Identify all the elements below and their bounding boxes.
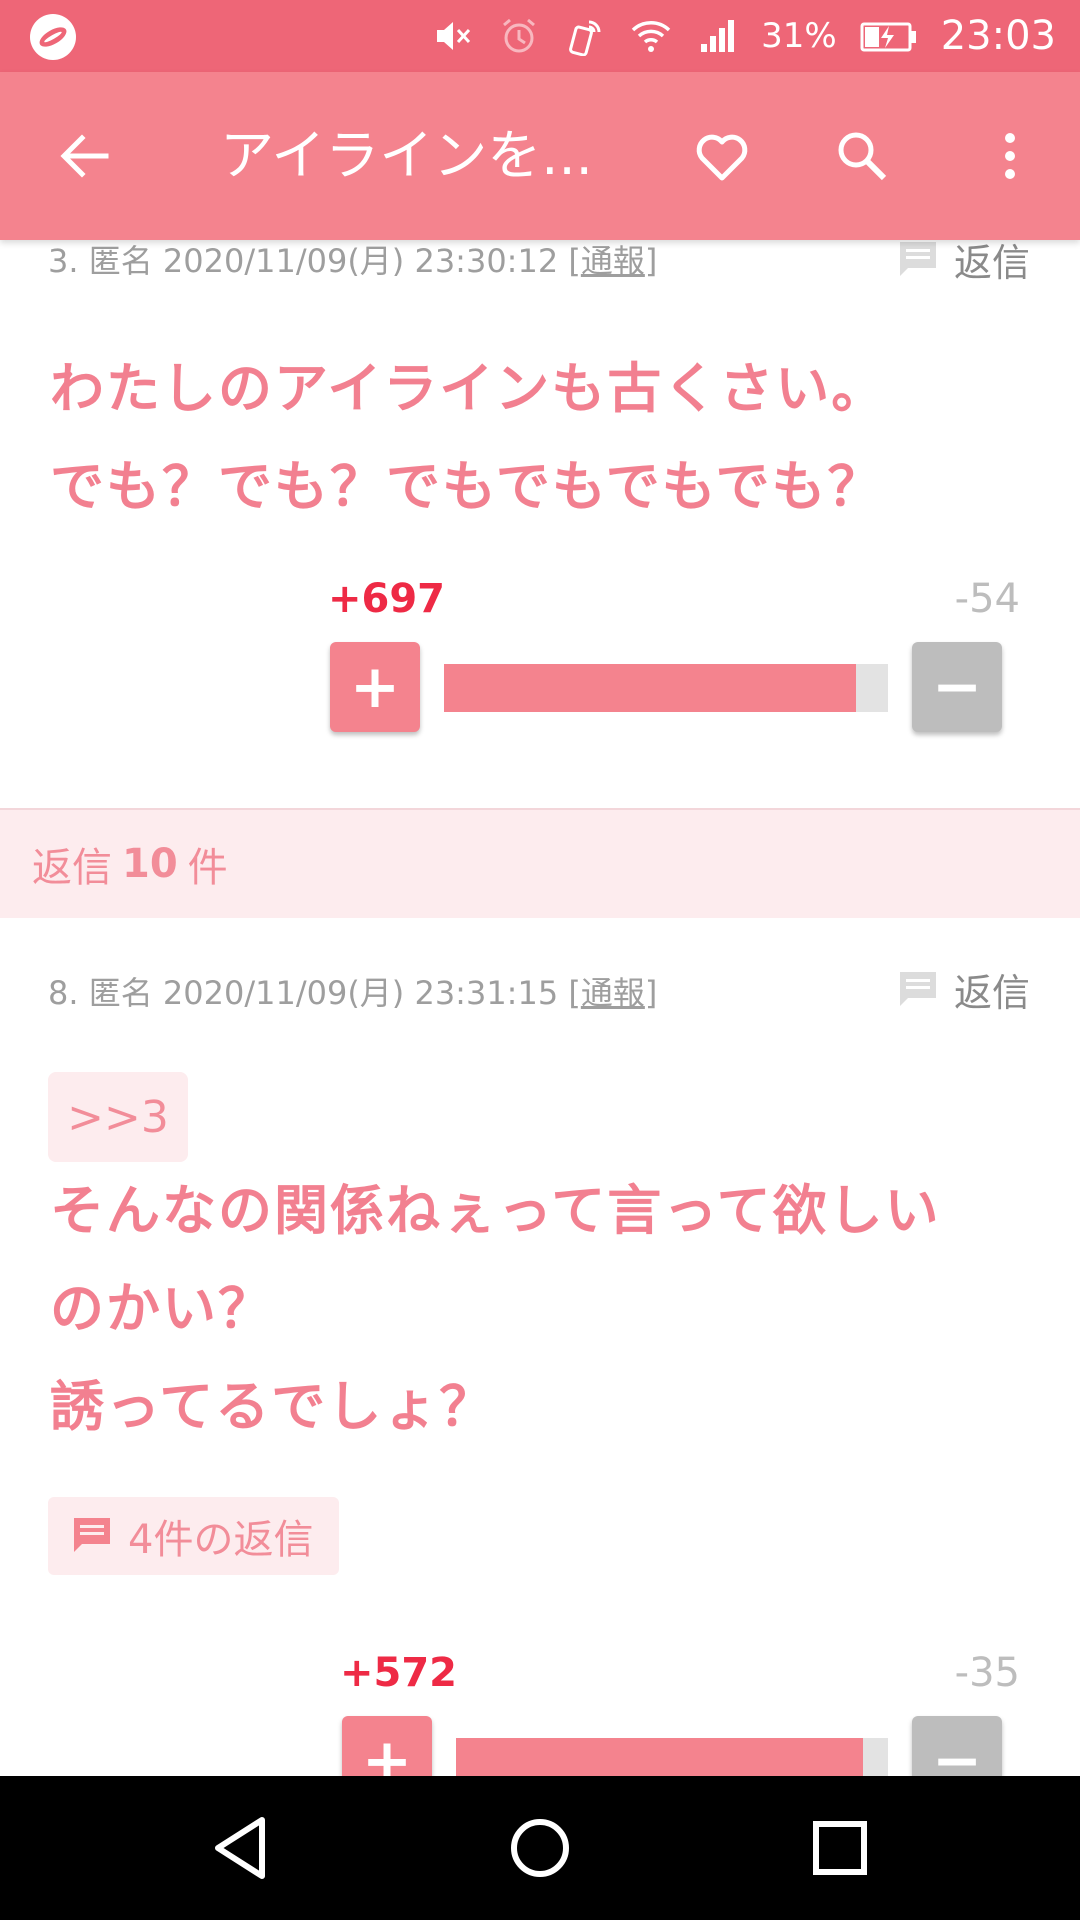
report-link[interactable]: 通報 xyxy=(581,974,645,1012)
reply-button[interactable]: 返信 xyxy=(896,962,1030,1017)
minus-icon: − xyxy=(931,1726,983,1776)
plus-icon: + xyxy=(361,1726,413,1776)
back-arrow-icon[interactable] xyxy=(52,124,116,188)
wifi-icon xyxy=(629,14,673,58)
more-vert-icon[interactable] xyxy=(978,124,1042,188)
anchor-link[interactable]: >>3 xyxy=(48,1072,188,1162)
plus-vote-count: +697 xyxy=(328,576,446,622)
comment-meta: 8. 匿名 2020/11/09(月) 23:31:15 [通報] xyxy=(48,968,657,1014)
comment-meta-close: ] xyxy=(644,974,658,1012)
comment-meta: 3. 匿名 2020/11/09(月) 23:30:12 [通報] xyxy=(48,240,657,282)
comment-icon xyxy=(74,1518,110,1552)
minus-vote-count: -54 xyxy=(954,576,1020,622)
reply-count-label: 4件の返信 xyxy=(128,1517,314,1563)
app-logo-icon xyxy=(30,14,76,60)
recents-square-icon[interactable] xyxy=(800,1808,880,1888)
comment-meta-info: 3. 匿名 2020/11/09(月) 23:30:12 [ xyxy=(48,242,581,280)
battery-charging-icon xyxy=(859,14,919,58)
comment-icon xyxy=(899,241,936,276)
vote-ratio-bar xyxy=(444,664,888,712)
comment-icon xyxy=(899,971,936,1006)
minus-vote-count: -35 xyxy=(954,1650,1020,1696)
home-circle-icon[interactable] xyxy=(500,1808,580,1888)
comment-list: 3. 匿名 2020/11/09(月) 23:30:12 [通報] 返信 わたし… xyxy=(0,240,1080,1776)
plus-vote-button[interactable]: + xyxy=(330,642,420,732)
comment-line: のかい？ xyxy=(50,1277,274,1340)
comment-line: わたしのアイラインも古くさい。 xyxy=(50,357,888,420)
comment-line: 誘ってるでしょ？ xyxy=(50,1375,496,1438)
battery-percent: 31% xyxy=(761,16,837,56)
minus-vote-button[interactable]: − xyxy=(912,1716,1002,1776)
status-bar: 31% 23:03 xyxy=(0,0,1080,72)
back-triangle-icon[interactable] xyxy=(202,1808,282,1888)
reply-button[interactable]: 返信 xyxy=(896,240,1030,287)
replies-prefix: 返信 xyxy=(32,845,112,891)
screen: 31% 23:03 アイラインを... 3. 匿名 2020/11/09(月) … xyxy=(0,0,1080,1920)
plus-vote-count: +572 xyxy=(340,1650,458,1696)
vote-ratio-fill xyxy=(456,1738,863,1776)
reply-label: 返信 xyxy=(953,971,1030,1015)
comment-line: そんなの関係ねぇって言って欲しい xyxy=(50,1179,941,1242)
search-icon[interactable] xyxy=(830,124,894,188)
vote-ratio-fill xyxy=(444,664,857,712)
reply-count-button[interactable]: 4件の返信 xyxy=(48,1497,340,1575)
plus-icon: + xyxy=(349,652,401,722)
status-icons: 31% 23:03 xyxy=(431,0,1056,72)
replies-suffix: 件 xyxy=(187,845,228,891)
navigation-bar xyxy=(0,1776,1080,1920)
replies-count: 10 xyxy=(122,841,178,887)
reply-label: 返信 xyxy=(953,241,1030,285)
comment-body: そんなの関係ねぇって言って欲しい のかい？ 誘ってるでしょ？ xyxy=(50,1162,1040,1456)
mute-icon xyxy=(431,14,475,58)
minus-icon: − xyxy=(931,652,983,722)
signal-icon xyxy=(695,14,739,58)
nfc-icon xyxy=(563,14,607,58)
clock: 23:03 xyxy=(940,13,1056,59)
minus-vote-button[interactable]: − xyxy=(912,642,1002,732)
plus-vote-button[interactable]: + xyxy=(342,1716,432,1776)
alarm-icon xyxy=(497,14,541,58)
comment-body: わたしのアイラインも古くさい。 でも？でも？でもでもでもでも？ xyxy=(50,340,1040,536)
comment-item: 8. 匿名 2020/11/09(月) 23:31:15 [通報] 返信 >>3… xyxy=(0,918,1080,1776)
app-toolbar: アイラインを... xyxy=(0,72,1080,240)
comment-item: 3. 匿名 2020/11/09(月) 23:30:12 [通報] 返信 わたし… xyxy=(0,240,1080,808)
comment-meta-info: 8. 匿名 2020/11/09(月) 23:31:15 [ xyxy=(48,974,581,1012)
comment-meta-close: ] xyxy=(644,242,658,280)
replies-toggle[interactable]: 返信 10 件 xyxy=(0,808,1080,918)
comment-line: でも？でも？でもでもでもでも？ xyxy=(50,455,884,518)
page-title: アイラインを... xyxy=(220,124,593,187)
heart-icon[interactable] xyxy=(690,124,754,188)
vote-ratio-bar xyxy=(456,1738,888,1776)
report-link[interactable]: 通報 xyxy=(581,242,645,280)
